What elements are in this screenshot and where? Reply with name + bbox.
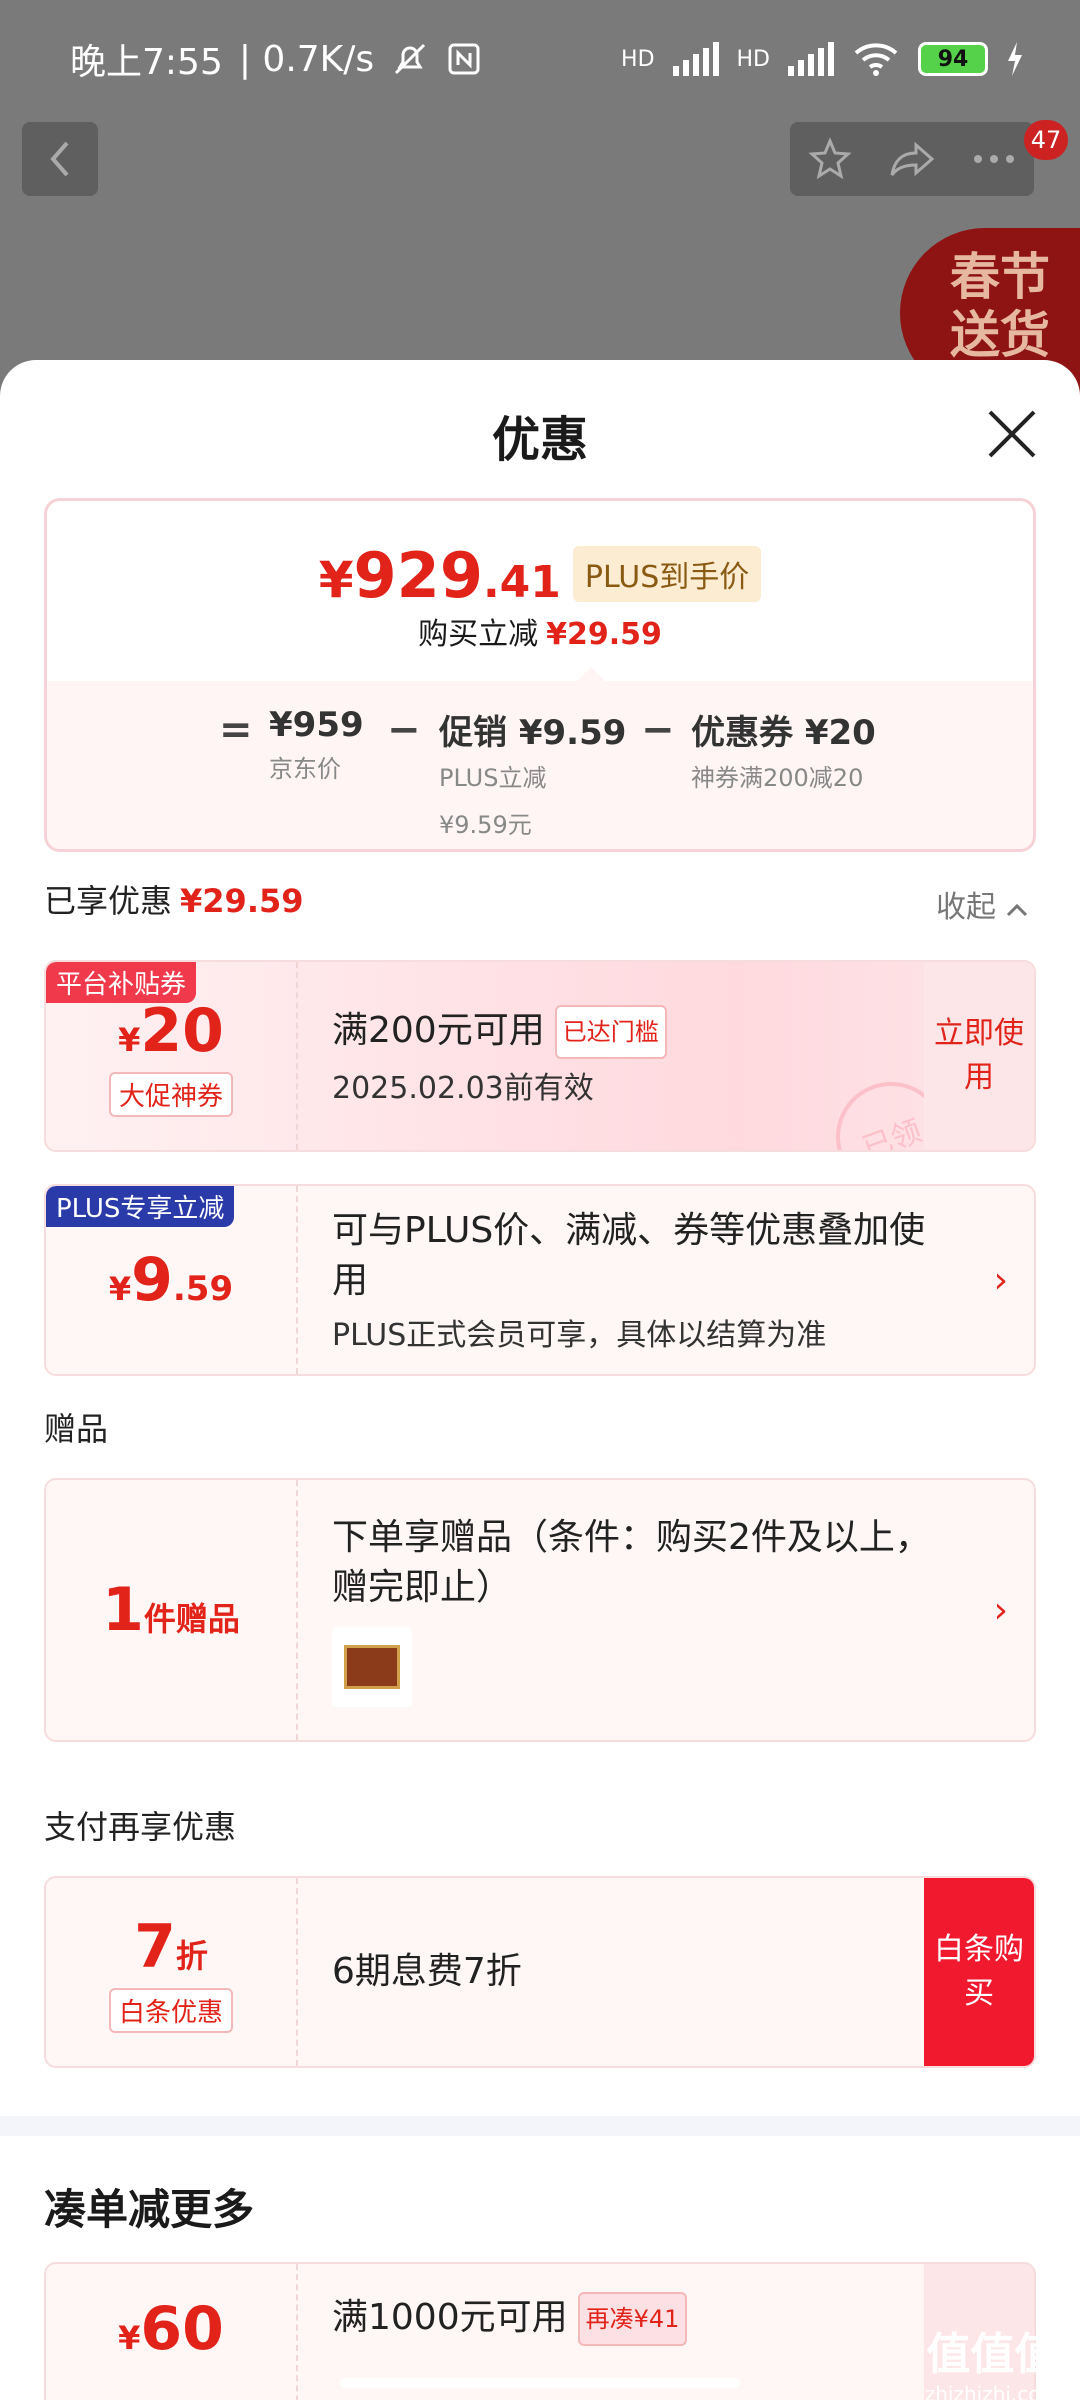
- price-summary-card: ¥929.41 PLUS到手价 购买立减 ¥29.59 = ¥959 京东价 − …: [44, 498, 1036, 852]
- final-price: ¥929.41: [318, 539, 561, 612]
- network-speed: | 0.7K/s: [238, 38, 375, 80]
- signal-icon: [672, 42, 719, 76]
- clock: 晚上7:55: [70, 42, 223, 83]
- plus-discount-title: 可与PLUS价、满减、券等优惠叠加使用: [332, 1210, 926, 1301]
- charging-icon: [1008, 42, 1022, 76]
- gift-thumbnail: [332, 1627, 412, 1707]
- more-icon[interactable]: [972, 153, 1016, 165]
- coupon-expiry: 2025.02.03前有效: [332, 1071, 594, 1106]
- plus-corner-label: PLUS专享立减: [46, 1186, 235, 1227]
- nav-action-group: [790, 122, 1034, 196]
- price-breakdown: = ¥959 京东价 − 促销 ¥9.59 PLUS立减 ¥9.59元 − 优惠…: [47, 667, 1033, 849]
- share-icon[interactable]: [888, 139, 936, 179]
- enjoyed-discount: 已享优惠 ¥29.59: [44, 882, 304, 920]
- gift-condition: 下单享赠品（条件：购买2件及以上，赠完即止）: [332, 1517, 931, 1608]
- collapse-toggle[interactable]: 收起: [936, 882, 1028, 926]
- baitiao-buy-button[interactable]: 白条购买: [924, 1878, 1034, 2066]
- plus-price-tag: PLUS到手价: [572, 546, 762, 602]
- bundle-amount: ¥60: [118, 2294, 224, 2364]
- chevron-left-icon: [50, 141, 69, 177]
- gift-item[interactable]: 1件赠品 下单享赠品（条件：购买2件及以上，赠完即止） ›: [44, 1478, 1036, 1742]
- section-divider: [0, 2116, 1080, 2136]
- more-discount-heading: 凑单减更多: [44, 2185, 255, 2234]
- baitiao-discount: 7折: [134, 1911, 208, 1982]
- chevron-right-icon: ›: [993, 1590, 1008, 1631]
- plus-discount-amount: ¥9.59: [108, 1245, 234, 1315]
- coupon-corner-label: 平台补贴券: [46, 962, 197, 1003]
- chevron-right-icon: ›: [993, 1260, 1008, 1301]
- promo-discount: 促销 ¥9.59 PLUS立减 ¥9.59元: [439, 713, 627, 839]
- instant-discount: 购买立减 ¥29.59: [418, 617, 662, 652]
- bundle-title: 满1000元可用 再凑¥41: [332, 2292, 688, 2346]
- coupon-type-tag: 大促神券: [108, 1071, 233, 1117]
- chevron-up-icon: [1006, 903, 1027, 917]
- coupon-discount: 优惠券 ¥20 神券满200减20: [691, 713, 876, 792]
- use-now-button[interactable]: 立即使用: [924, 962, 1034, 1150]
- plus-discount-item[interactable]: ¥9.59 PLUS专享立减 可与PLUS价、满减、券等优惠叠加使用 PLUS正…: [44, 1184, 1036, 1376]
- nfc-icon: [448, 43, 480, 75]
- discount-sheet: 优惠 ¥929.41 PLUS到手价 购买立减 ¥29.59 = ¥959 京东价…: [0, 360, 1080, 2400]
- mute-bell-icon: [395, 43, 426, 75]
- gift-count: 1件赠品: [102, 1575, 240, 1645]
- wifi-icon: [854, 43, 898, 76]
- baitiao-title: 6期息费7折: [332, 1951, 522, 1992]
- plus-discount-note: PLUS正式会员可享，具体以结算为准: [332, 1318, 827, 1353]
- signal-icon-2: [788, 42, 834, 76]
- gift-section-label: 赠品: [44, 1410, 109, 1448]
- close-icon[interactable]: [982, 404, 1042, 464]
- bundle-gap-tag: 再凑¥41: [577, 2292, 688, 2346]
- coupon-amount: ¥20: [118, 995, 224, 1066]
- battery-indicator: 94: [918, 42, 988, 76]
- message-badge: 47: [1024, 120, 1068, 160]
- jd-price: ¥959 京东价: [269, 705, 364, 783]
- platform-coupon: ¥20 大促神券 平台补贴券 满200元可用 已达门槛 2025.02.03前有效…: [44, 960, 1036, 1152]
- coupon-title: 满200元可用 已达门槛: [332, 1005, 667, 1059]
- threshold-reached-tag: 已达门槛: [554, 1005, 667, 1059]
- watermark: 值值值 zhizhizhi.com: [924, 2329, 1060, 2400]
- status-bar: 晚上7:55 | 0.7K/s HD HD 94: [0, 0, 1080, 118]
- sheet-title: 优惠: [491, 412, 588, 468]
- baitiao-tag: 白条优惠: [108, 1987, 233, 2033]
- home-indicator[interactable]: [340, 2378, 740, 2388]
- pay-section-label: 支付再享优惠: [44, 1808, 237, 1846]
- back-button[interactable]: [22, 122, 98, 196]
- star-icon[interactable]: [808, 137, 852, 181]
- baitiao-offer: 7折 白条优惠 6期息费7折 白条购买: [44, 1876, 1036, 2068]
